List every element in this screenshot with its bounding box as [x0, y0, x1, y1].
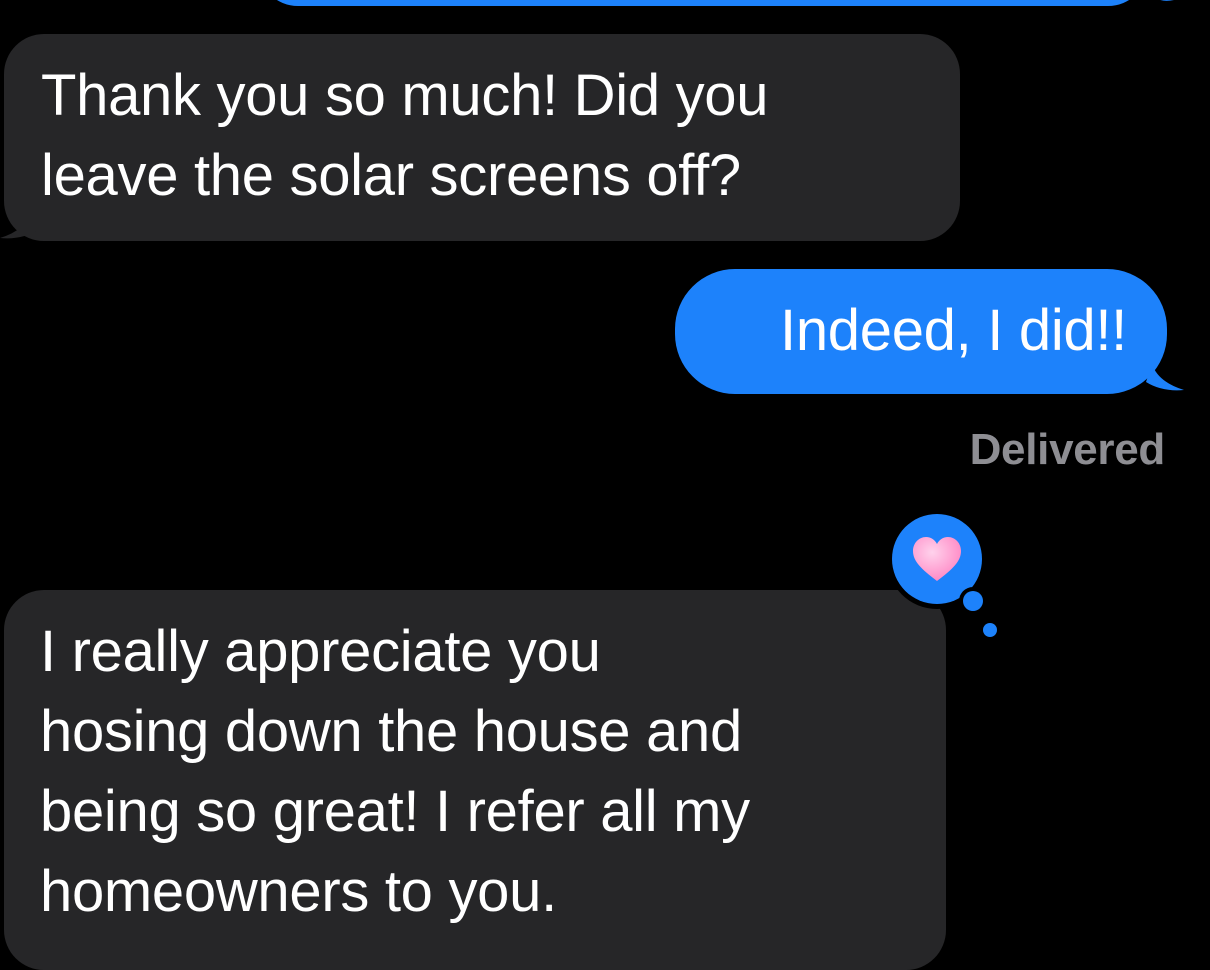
message-text-line: Thank you so much! Did you — [41, 63, 769, 128]
message-text-line: hosing down the house and — [40, 699, 742, 764]
previous-outgoing-bubble-fragment[interactable] — [258, 0, 1148, 6]
heart-reaction-icon[interactable] — [885, 507, 989, 637]
bubble-tail-icon — [0, 212, 38, 239]
message-text-line: homeowners to you. — [40, 859, 557, 924]
message-text-line: I really appreciate you — [40, 619, 601, 684]
bubble-tail-icon — [1146, 364, 1184, 391]
message-text-line: being so great! I refer all my — [40, 779, 750, 844]
message-text-line: leave the solar screens off? — [41, 143, 741, 208]
outgoing-message-bubble[interactable]: Indeed, I did!! — [675, 269, 1167, 394]
reaction-dot-icon — [983, 623, 997, 637]
message-text-line: Indeed, I did!! — [780, 298, 1127, 363]
incoming-message-bubble[interactable]: I really appreciate you hosing down the … — [4, 590, 946, 970]
incoming-message-bubble[interactable]: Thank you so much! Did you leave the sol… — [4, 34, 960, 241]
bubble-tail-icon — [1160, 0, 1174, 1]
delivery-status: Delivered — [969, 425, 1166, 474]
